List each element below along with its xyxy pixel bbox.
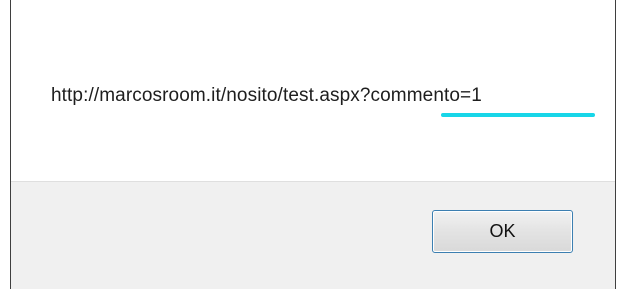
alert-message: http://marcosroom.it/nosito/test.aspx?co… (51, 85, 482, 106)
screenshot-canvas: http://marcosroom.it/nosito/test.aspx?co… (0, 0, 618, 289)
ok-button[interactable]: OK (432, 210, 573, 253)
highlight-underline (441, 113, 595, 117)
message-area: http://marcosroom.it/nosito/test.aspx?co… (11, 0, 615, 181)
alert-dialog: http://marcosroom.it/nosito/test.aspx?co… (10, 0, 616, 289)
button-bar: OK (11, 181, 615, 289)
